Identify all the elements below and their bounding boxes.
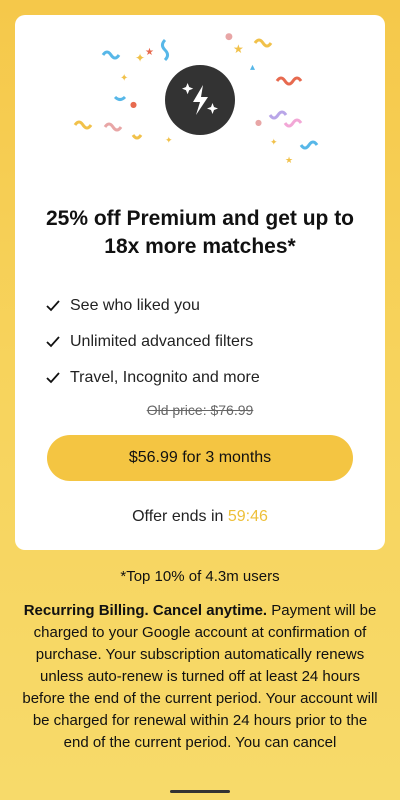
svg-text:●: ● [225,32,233,42]
svg-text:★: ★ [285,156,293,166]
svg-text:✦: ✦ [120,73,128,84]
billing-terms-body: Payment will be charged to your Google a… [22,602,378,751]
footnote: *Top 10% of 4.3m users [120,568,280,585]
lightning-sparkle-icon [165,65,235,135]
old-price: Old price: $76.99 [146,402,254,418]
scroll-indicator [170,790,230,793]
svg-text:✦: ✦ [270,138,278,148]
purchase-button[interactable]: $56.99 for 3 months [47,435,353,481]
check-icon [46,372,60,384]
feature-item: Travel, Incognito and more [45,360,260,396]
svg-text:▴: ▴ [250,62,255,73]
check-icon [46,300,60,312]
svg-text:✦: ✦ [165,136,173,146]
premium-offer-card: ✦ ★ ✦ ★ ▴ ● ✦ ✦ ★ ● ● 25% off Premium an… [15,15,385,550]
feature-list: See who liked you Unlimited advanced fil… [45,288,260,396]
feature-label: Unlimited advanced filters [70,333,254,350]
feature-item: See who liked you [45,288,260,324]
feature-label: See who liked you [70,297,200,314]
svg-text:●: ● [255,118,262,127]
countdown-timer: 59:46 [227,508,268,525]
feature-item: Unlimited advanced filters [45,324,260,360]
offer-ends-label: Offer ends in [132,508,228,525]
offer-title: 25% off Premium and get up to 18x more m… [45,207,355,258]
billing-terms-heading: Recurring Billing. Cancel anytime. [23,602,268,619]
svg-text:★: ★ [233,42,244,56]
offer-countdown: Offer ends in 59:46 [15,508,385,526]
svg-text:★: ★ [145,47,154,58]
svg-text:●: ● [130,100,137,109]
billing-terms: Recurring Billing. Cancel anytime. Payme… [20,600,380,754]
svg-text:✦: ✦ [135,51,145,65]
check-icon [46,336,60,348]
feature-label: Travel, Incognito and more [70,369,260,386]
